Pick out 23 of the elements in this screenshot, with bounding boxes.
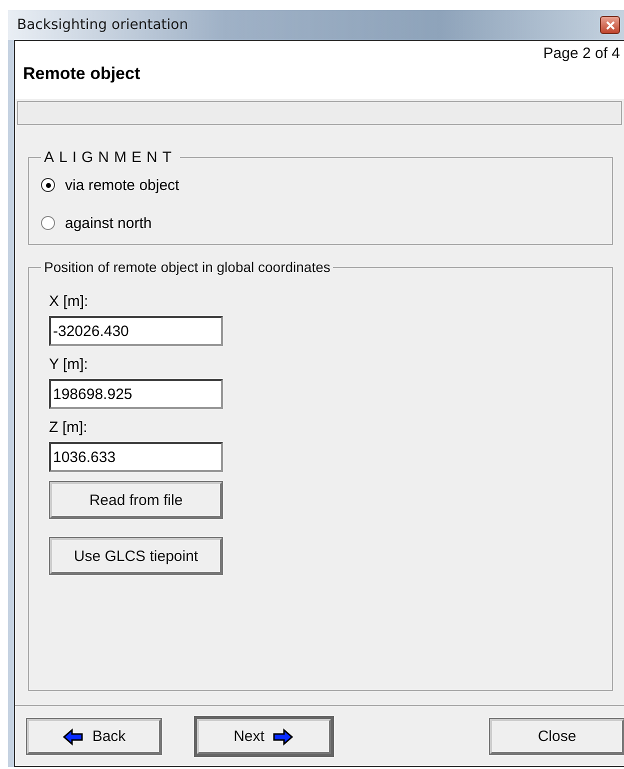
close-icon[interactable] [600,16,620,34]
radio-label[interactable]: via remote object [65,176,180,194]
next-button[interactable]: Next [197,719,331,754]
radio-label[interactable]: against north [65,214,152,232]
input-field[interactable]: -32026.430 [49,316,223,346]
field-label: X [m]: [49,293,90,310]
radio-button[interactable] [41,178,55,192]
group-legend: ALIGNMENT [41,149,180,166]
action-button[interactable]: Use GLCS tiepoint [50,538,222,574]
left-arrow-icon [62,728,84,746]
back-button[interactable]: Back [27,719,161,754]
field-label: Y [m]: [49,356,89,373]
input-field[interactable]: 198698.925 [49,379,223,409]
radio-button[interactable] [41,216,55,230]
page-title: Remote object [23,64,142,84]
field-label: Z [m]: [49,419,88,436]
page-indicator: Page 2 of 4 [542,45,620,62]
group-legend: Position of remote object in global coordinates [41,259,334,275]
close-button[interactable]: Close [490,719,624,754]
action-button[interactable]: Read from file [50,482,222,518]
input-field[interactable]: 1036.633 [49,442,223,472]
window-title: Backsighting orientation [17,17,188,33]
right-arrow-icon [272,728,294,746]
